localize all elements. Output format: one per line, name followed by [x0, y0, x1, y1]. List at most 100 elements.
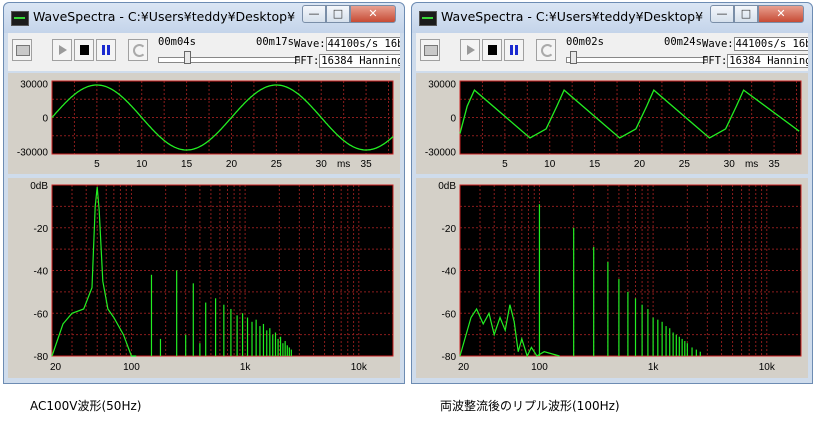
x-tick-label: 20: [50, 362, 62, 373]
x-tick-label: 25: [271, 159, 283, 170]
spectrum-chart[interactable]: 0dB -20 -40 -60 -8020 100 1k 10k: [416, 178, 808, 378]
y-tick-label: -60: [442, 309, 457, 320]
x-unit-label: ms: [745, 159, 758, 170]
pause-button[interactable]: [96, 39, 116, 61]
x-tick-label: 10: [544, 159, 556, 170]
y-tick-label: -30000: [425, 148, 457, 159]
pause-icon: [102, 45, 105, 55]
play-icon: [59, 45, 67, 55]
wave-info: Wave:44100s/s 16bit: [294, 37, 400, 51]
loop-button[interactable]: [128, 39, 148, 61]
x-tick-label: 20: [458, 362, 470, 373]
x-tick-label: 25: [679, 159, 691, 170]
x-tick-label: 5: [94, 159, 100, 170]
pause-button[interactable]: [504, 39, 524, 61]
maximize-button[interactable]: □: [326, 5, 350, 23]
x-tick-label: 35: [361, 159, 373, 170]
y-tick-label: -60: [34, 309, 49, 320]
x-tick-label: 10k: [351, 362, 368, 373]
y-tick-label: 0dB: [30, 181, 48, 192]
waveform-chart[interactable]: 30000 0 -30000 5 10 15 20 25 30 35 ms: [416, 73, 808, 174]
spectrum-panel: 0dB -20 -40 -60 -80 20 100 1k 10k: [416, 178, 808, 378]
close-button[interactable]: ✕: [758, 5, 804, 23]
time-end: 00m17s: [256, 36, 294, 48]
wavespectra-app-icon: [11, 11, 29, 26]
waveform-panel: 30000 0 -30000 5 10 15 20 25 30 35 ms: [416, 73, 808, 174]
pause-icon: [510, 45, 513, 55]
position-slider-thumb[interactable]: [570, 51, 577, 64]
x-tick-label: 100: [123, 362, 140, 373]
y-tick-label: -80: [34, 352, 49, 363]
position-slider-thumb[interactable]: [184, 51, 192, 64]
y-tick-label: 30000: [428, 79, 456, 90]
y-tick-label: -80: [442, 352, 457, 363]
open-file-button[interactable]: [12, 39, 32, 61]
waveform-chart[interactable]: 30000 0 -30000 5 10 15 20 25 30 35 ms: [8, 73, 400, 174]
x-tick-label: 20: [226, 159, 238, 170]
x-tick-label: 1k: [648, 362, 660, 373]
time-end: 00m24s: [664, 36, 702, 48]
folder-icon: [424, 45, 438, 56]
x-tick-label: 35: [769, 159, 781, 170]
spectrum-chart[interactable]: 0dB -20 -40 -60 -8020 100 1k 10k: [8, 178, 400, 378]
minimize-button[interactable]: —: [302, 5, 326, 23]
loop-button[interactable]: [536, 39, 556, 61]
y-tick-label: 0: [450, 114, 456, 125]
wave-label: Wave:: [702, 38, 734, 50]
close-button[interactable]: ✕: [350, 5, 396, 23]
wave-info: Wave:44100s/s 16bit: [702, 37, 808, 51]
x-tick-label: 15: [589, 159, 601, 170]
fft-label: FFT:: [294, 55, 320, 67]
maximize-button[interactable]: □: [734, 5, 758, 23]
x-tick-label: 30: [316, 159, 328, 170]
position-slider-track[interactable]: [566, 57, 708, 63]
wave-format-value: 44100s/s 16bit: [325, 37, 400, 51]
stop-icon: [80, 45, 89, 55]
window-title: WaveSpectra - C:¥Users¥teddy¥Desktop¥...: [33, 9, 295, 24]
loop-icon: [133, 44, 146, 57]
y-tick-label: -40: [34, 267, 49, 278]
x-tick-label: 10: [136, 159, 148, 170]
time-start: 00m02s: [566, 36, 604, 48]
x-tick-label: 20: [634, 159, 646, 170]
time-start: 00m04s: [158, 36, 196, 48]
caption-ac100v: AC100V波形(50Hz): [30, 399, 142, 413]
toolbar: 00m04s 00m17s Wave:44100s/s 16bit FFT:16…: [8, 33, 400, 71]
x-tick-label: 30: [724, 159, 736, 170]
y-tick-label: -30000: [17, 148, 49, 159]
play-button[interactable]: [52, 39, 72, 61]
title-bar[interactable]: WaveSpectra - C:¥Users¥teddy¥Desktop¥...…: [412, 3, 812, 33]
play-button[interactable]: [460, 39, 480, 61]
stop-button[interactable]: [482, 39, 502, 61]
y-tick-label: 30000: [20, 79, 48, 90]
fft-setting-value: 16384 Hanning: [319, 54, 400, 68]
open-file-button[interactable]: [420, 39, 440, 61]
fft-info: FFT: 16384 Hanning: [294, 54, 400, 68]
position-slider-track[interactable]: [158, 57, 300, 63]
wave-format-value: 44100s/s 16bit: [733, 37, 808, 51]
fft-label: FFT:: [702, 55, 728, 67]
title-bar[interactable]: WaveSpectra - C:¥Users¥teddy¥Desktop¥...…: [4, 3, 404, 33]
spectrum-panel: 0dB -20 -40 -60 -80 20 100 1k 10k: [8, 178, 400, 378]
minimize-button[interactable]: —: [710, 5, 734, 23]
stop-icon: [488, 45, 497, 55]
folder-icon: [16, 45, 30, 56]
x-tick-label: 100: [531, 362, 548, 373]
fft-setting-value: 16384 Hanning: [727, 54, 808, 68]
x-tick-label: 15: [181, 159, 193, 170]
fft-info: FFT: 16384 Hanning: [702, 54, 808, 68]
y-tick-label: -40: [442, 267, 457, 278]
play-icon: [467, 45, 475, 55]
x-tick-label: 10k: [759, 362, 776, 373]
caption-ripple: 両波整流後のリプル波形(100Hz): [440, 399, 620, 413]
window-title: WaveSpectra - C:¥Users¥teddy¥Desktop¥...: [441, 9, 703, 24]
waveform-panel: 30000 0 -30000 5 10 15 20 25 30 35 ms: [8, 73, 400, 174]
stop-button[interactable]: [74, 39, 94, 61]
x-tick-label: 5: [502, 159, 508, 170]
y-tick-label: 0dB: [438, 181, 456, 192]
wavespectra-window-right: WaveSpectra - C:¥Users¥teddy¥Desktop¥...…: [411, 2, 813, 384]
y-tick-label: -20: [442, 224, 457, 235]
x-tick-label: 1k: [240, 362, 252, 373]
y-tick-label: -20: [34, 224, 49, 235]
wavespectra-app-icon: [419, 11, 437, 26]
